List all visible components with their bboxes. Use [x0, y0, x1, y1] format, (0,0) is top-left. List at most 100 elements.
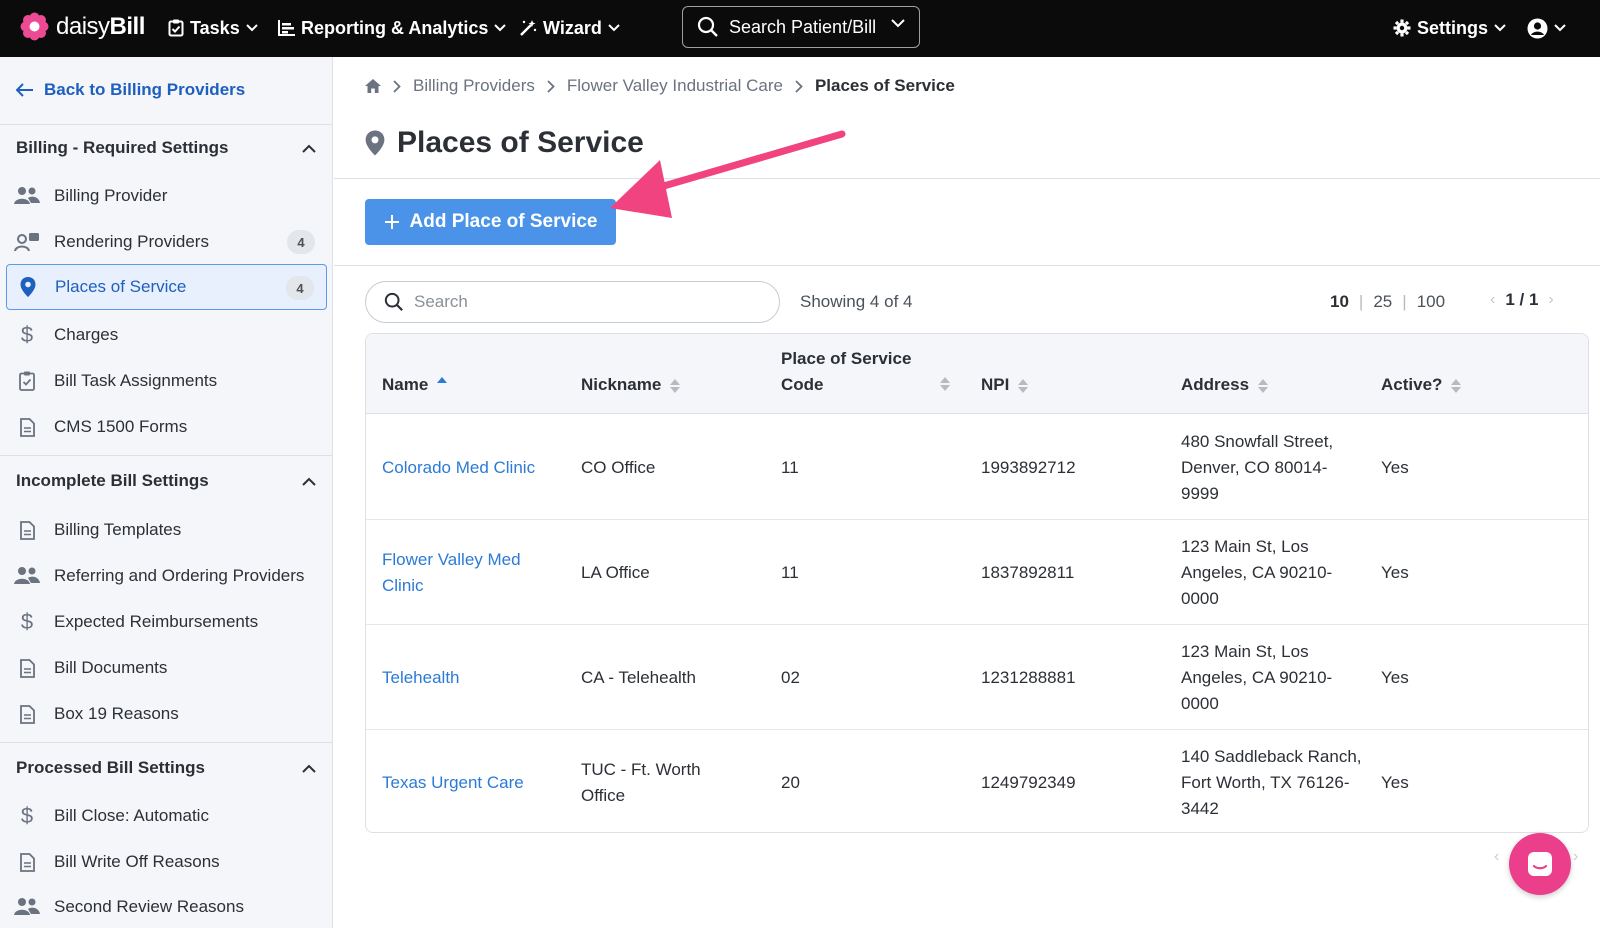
chevron-right-icon — [547, 79, 555, 93]
sort-icon — [1258, 379, 1269, 393]
document-icon — [14, 519, 40, 541]
section-billing-required-settings[interactable]: Billing - Required Settings — [16, 138, 316, 158]
cell-address: 123 Main St, Los Angeles, CA 90210-0000 — [1181, 641, 1333, 713]
column-header-place-of-service-code[interactable]: Place of Service Code — [781, 346, 951, 398]
global-search-button[interactable]: Search Patient/Bill — [682, 6, 920, 48]
nav-tasks[interactable]: Tasks — [168, 16, 258, 40]
app-logo[interactable]: daisyBill — [20, 12, 145, 41]
chevron-down-icon — [1494, 24, 1506, 32]
sort-ascending-icon — [437, 377, 448, 383]
nav-settings[interactable]: Settings — [1393, 16, 1506, 40]
map-pin-icon — [365, 130, 385, 156]
search-icon — [697, 16, 718, 37]
sidebar-item-cms-1500-forms[interactable]: CMS 1500 Forms — [6, 404, 327, 450]
magic-wand-icon — [520, 20, 537, 36]
arrow-left-icon — [16, 83, 33, 97]
cell-nickname: CA - Telehealth — [581, 667, 696, 687]
bar-chart-icon — [278, 20, 295, 36]
nav-wizard[interactable]: Wizard — [519, 16, 620, 40]
chevron-right-icon[interactable]: › — [1548, 291, 1553, 309]
column-header-name[interactable]: Name — [382, 372, 448, 398]
places-of-service-table: Name Nickname Place of Service Code NPI … — [365, 333, 1589, 833]
divider — [0, 742, 332, 743]
sidebar-item-expected-reimbursements[interactable]: $ Expected Reimbursements — [6, 599, 327, 645]
add-place-of-service-button[interactable]: Add Place of Service — [365, 199, 616, 245]
page-size-100[interactable]: 100 — [1417, 292, 1445, 312]
sort-icon — [670, 379, 681, 393]
home-icon[interactable] — [365, 79, 381, 93]
sidebar-item-billing-templates[interactable]: Billing Templates — [6, 507, 327, 553]
column-header-nickname[interactable]: Nickname — [581, 372, 681, 398]
chevron-down-icon — [608, 24, 620, 32]
top-navbar: daisyBill Tasks Reporting & Analytics Wi… — [0, 0, 1600, 57]
user-menu[interactable] — [1527, 16, 1566, 40]
cell-npi: 1249792349 — [981, 772, 1076, 792]
sidebar-item-bill-write-off-reasons[interactable]: Bill Write Off Reasons — [6, 839, 327, 885]
sidebar-item-billing-provider[interactable]: Billing Provider — [6, 173, 327, 219]
document-icon — [14, 416, 40, 438]
table-row: Colorado Med Clinic CO Office 11 1993892… — [366, 415, 1588, 520]
page-size-selector: 10 | 25 | 100 — [1330, 292, 1445, 312]
cell-active: Yes — [1381, 772, 1409, 792]
section-processed-bill-settings[interactable]: Processed Bill Settings — [16, 758, 316, 778]
cell-name-link[interactable]: Telehealth — [382, 625, 562, 730]
chevron-right-icon[interactable]: › — [1573, 848, 1578, 866]
cell-name-link[interactable]: Colorado Med Clinic — [382, 415, 562, 520]
sidebar-item-charges[interactable]: $ Charges — [6, 312, 327, 358]
sidebar-item-bill-documents[interactable]: Bill Documents — [6, 645, 327, 691]
table-row: Flower Valley Med Clinic LA Office 11 18… — [366, 520, 1588, 625]
sidebar-item-box-19-reasons[interactable]: Box 19 Reasons — [6, 691, 327, 737]
sort-icon — [940, 377, 950, 391]
separator: | — [1358, 292, 1364, 311]
callout-arrow-icon — [610, 130, 846, 218]
cell-code: 11 — [781, 562, 799, 582]
sidebar-item-referring-ordering-providers[interactable]: Referring and Ordering Providers — [6, 553, 327, 599]
sidebar-item-second-review-reasons[interactable]: Second Review Reasons — [6, 884, 327, 928]
page-size-10[interactable]: 10 — [1330, 292, 1349, 312]
chevron-left-icon[interactable]: ‹ — [1490, 291, 1495, 309]
sidebar-item-places-of-service[interactable]: Places of Service 4 — [6, 264, 327, 310]
cell-name-link[interactable]: Texas Urgent Care — [382, 730, 562, 832]
page-size-25[interactable]: 25 — [1373, 292, 1392, 312]
breadcrumb-provider[interactable]: Flower Valley Industrial Care — [567, 76, 783, 96]
cell-code: 11 — [781, 457, 799, 477]
column-header-npi[interactable]: NPI — [981, 372, 1029, 398]
chevron-up-icon — [302, 144, 316, 153]
chevron-left-icon[interactable]: ‹ — [1494, 848, 1499, 866]
users-icon — [14, 896, 40, 918]
pagination: ‹ 1 / 1 › — [1490, 290, 1554, 310]
breadcrumb-current: Places of Service — [814, 76, 955, 95]
table-search — [365, 281, 780, 323]
sort-icon — [1018, 379, 1029, 393]
sidebar-item-bill-close-automatic[interactable]: $ Bill Close: Automatic — [6, 793, 327, 839]
breadcrumb-billing-providers[interactable]: Billing Providers — [413, 76, 535, 96]
plus-icon — [384, 215, 399, 229]
table-row: Texas Urgent Care TUC - Ft. Worth Office… — [366, 730, 1588, 832]
back-to-billing-providers-link[interactable]: Back to Billing Providers — [16, 80, 245, 100]
sidebar-item-bill-task-assignments[interactable]: Bill Task Assignments — [6, 358, 327, 404]
nav-reporting-analytics[interactable]: Reporting & Analytics — [278, 16, 507, 40]
section-incomplete-bill-settings[interactable]: Incomplete Bill Settings — [16, 471, 316, 491]
users-icon — [14, 565, 40, 587]
sort-icon — [1451, 379, 1462, 393]
cell-nickname: CO Office — [581, 457, 656, 477]
sidebar-item-rendering-providers[interactable]: Rendering Providers 4 — [6, 219, 327, 265]
document-icon — [14, 851, 40, 873]
column-header-address[interactable]: Address — [1181, 372, 1269, 398]
divider — [334, 178, 1600, 179]
table-row: Telehealth CA - Telehealth 02 1231288881… — [366, 625, 1588, 730]
results-count: Showing 4 of 4 — [800, 292, 913, 311]
page-indicator: 1 / 1 — [1505, 290, 1539, 309]
chevron-right-icon — [393, 79, 401, 93]
count-badge: 4 — [287, 230, 315, 254]
search-icon — [384, 292, 403, 311]
chat-launcher-button[interactable] — [1509, 833, 1571, 895]
document-icon — [14, 703, 40, 725]
cell-code: 02 — [781, 667, 800, 687]
column-header-active[interactable]: Active? — [1381, 372, 1462, 398]
document-icon — [14, 657, 40, 679]
cell-name-link[interactable]: Flower Valley Med Clinic — [382, 520, 552, 625]
cell-nickname: TUC - Ft. Worth Office — [581, 759, 701, 805]
search-input[interactable] — [414, 292, 754, 312]
chat-icon — [1528, 852, 1552, 876]
